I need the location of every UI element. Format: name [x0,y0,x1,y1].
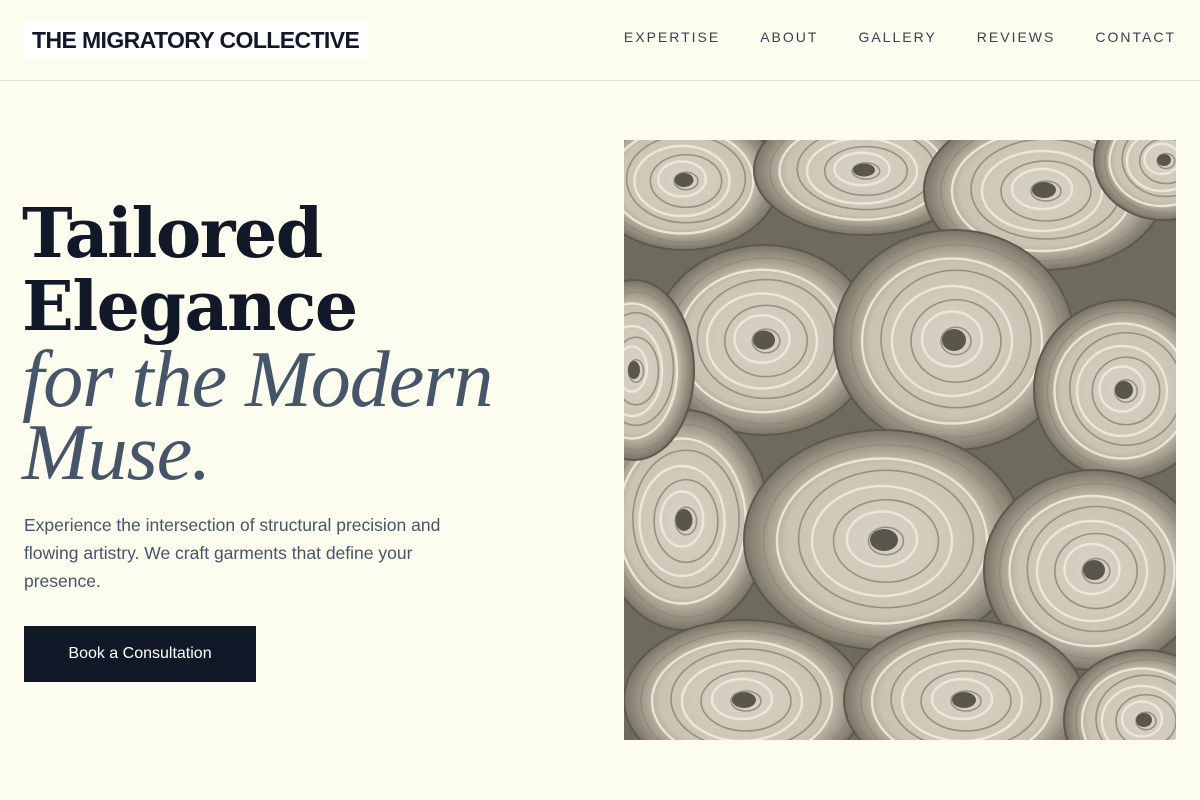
hero-title-italic-line-2: Muse. [22,409,211,497]
nav-link-contact[interactable]: CONTACT [1095,29,1176,45]
hero-description: Experience the intersection of structura… [24,515,441,591]
hero-title: Tailored Elegance for the Modern Muse. [22,194,493,497]
site-header: THE MIGRATORY COLLECTIVE EXPERTISE ABOUT… [0,0,1200,81]
hero-title-line-2: Elegance [22,267,358,347]
brand-logo[interactable]: THE MIGRATORY COLLECTIVE [24,22,368,58]
hero-title-italic-line-1: for the Modern [22,336,493,424]
fabric-rolls-illustration [624,140,1176,740]
nav-link-about[interactable]: ABOUT [760,29,818,45]
nav-link-reviews[interactable]: REVIEWS [977,29,1056,45]
main-nav: EXPERTISE ABOUT GALLERY REVIEWS CONTACT [624,29,1176,45]
nav-link-expertise[interactable]: EXPERTISE [624,29,720,45]
book-consultation-button[interactable]: Book a Consultation [24,626,256,682]
hero-fabric-image [624,140,1176,740]
hero-title-line-1: Tailored [22,194,323,274]
nav-link-gallery[interactable]: GALLERY [858,29,936,45]
fabric-roll [743,429,1025,651]
